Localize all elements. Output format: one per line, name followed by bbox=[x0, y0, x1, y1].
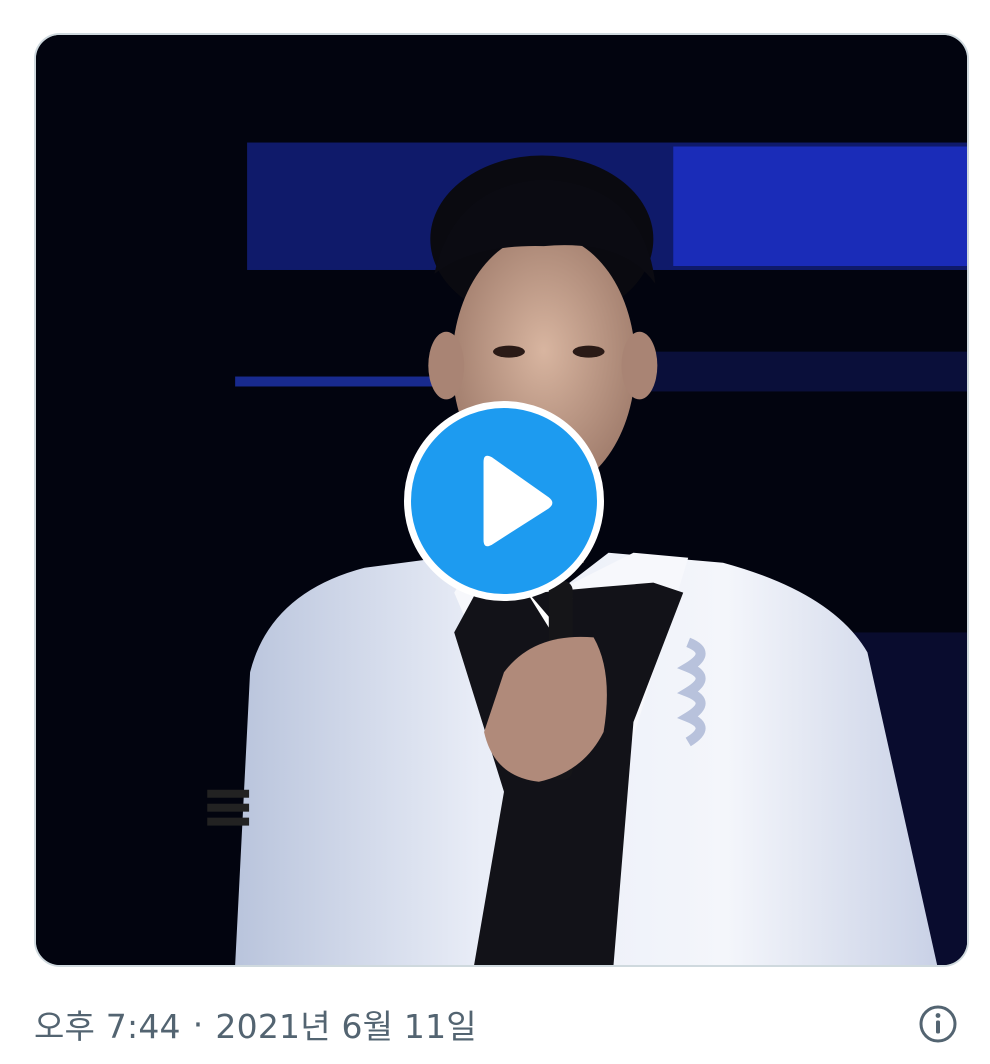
video-player[interactable] bbox=[34, 33, 969, 967]
play-button[interactable] bbox=[404, 401, 604, 601]
tweet-date: 2021년 6월 11일 bbox=[215, 1007, 477, 1046]
tweet-timestamp[interactable]: 오후 7:44 · 2021년 6월 11일 bbox=[34, 996, 477, 1052]
meta-separator: · bbox=[192, 1004, 204, 1044]
info-icon[interactable] bbox=[918, 1004, 958, 1044]
play-icon bbox=[483, 455, 553, 547]
tweet-time: 오후 7:44 bbox=[34, 1007, 181, 1046]
